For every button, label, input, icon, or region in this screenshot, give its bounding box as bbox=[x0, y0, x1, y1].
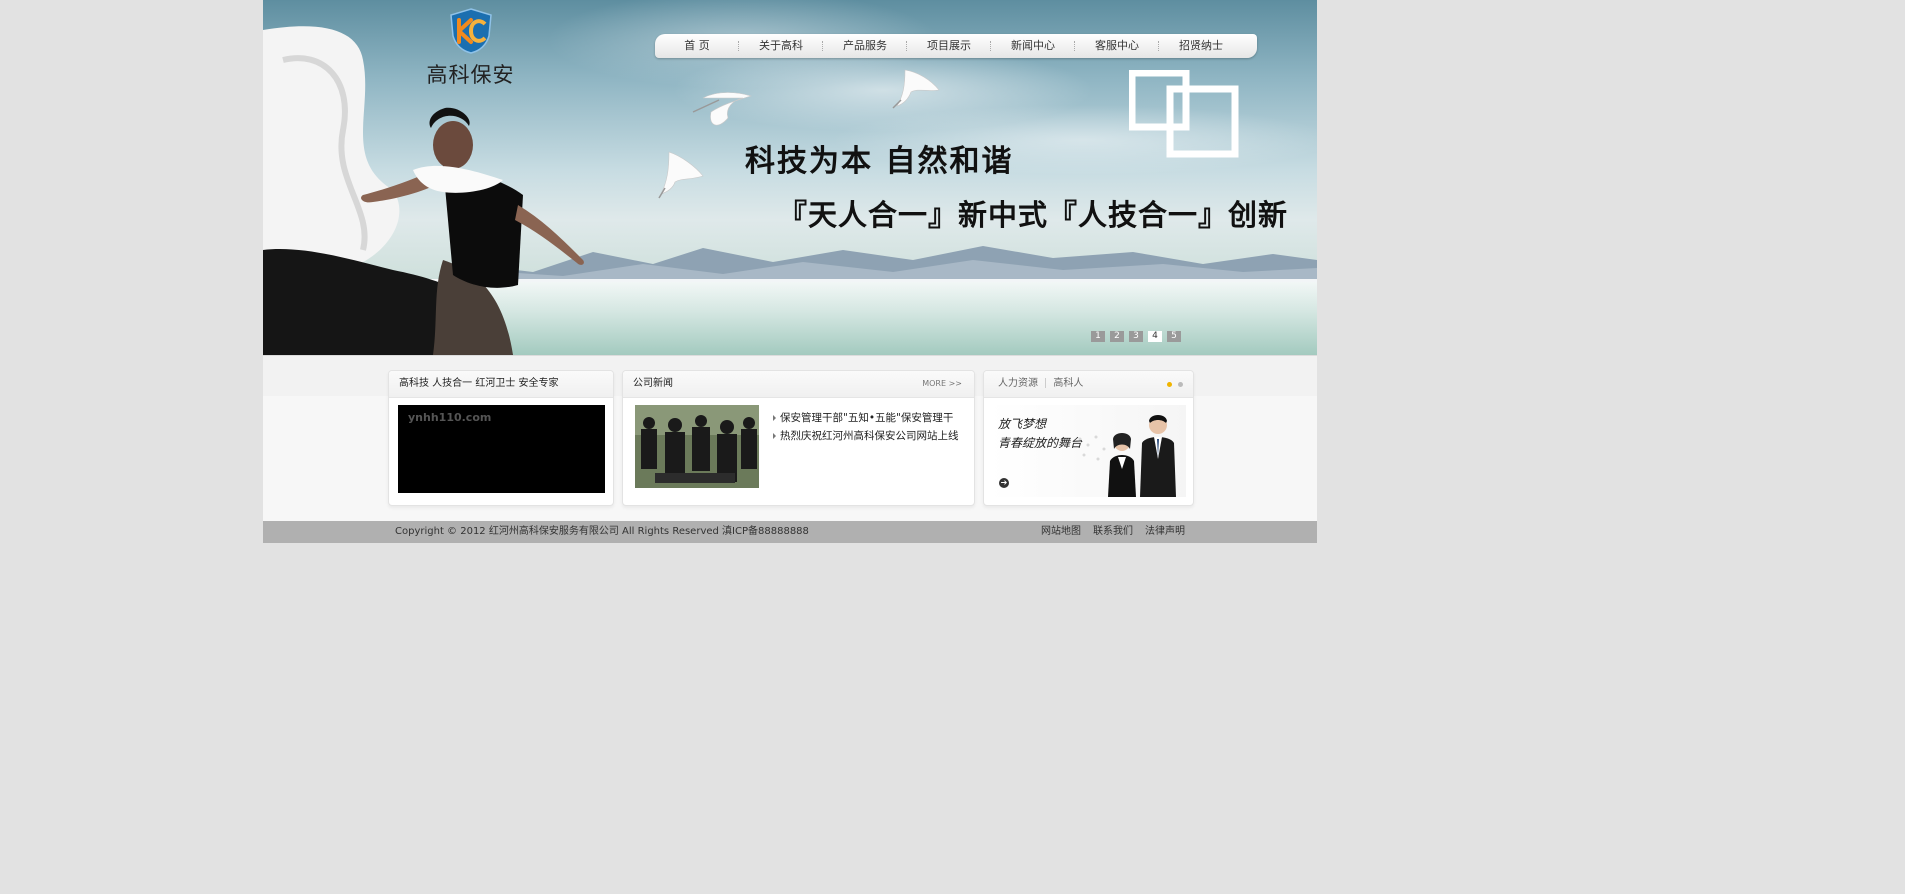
footer-link-legal[interactable]: 法律声明 bbox=[1145, 521, 1185, 543]
video-player[interactable]: ynhh110.com bbox=[398, 405, 605, 493]
hr-slogan-line1: 放飞梦想 bbox=[998, 417, 1047, 431]
footer-link-sitemap[interactable]: 网站地图 bbox=[1041, 521, 1081, 543]
hr-panel: 人力资源 高科人 放飞梦想 青春绽放的舞台 ➔ bbox=[983, 370, 1194, 506]
news-more-link[interactable]: MORE >> bbox=[922, 371, 962, 397]
footer-links: 网站地图 联系我们 法律声明 bbox=[1041, 521, 1185, 543]
tab-hr[interactable]: 人力资源 bbox=[994, 371, 1042, 397]
pager-button-4[interactable]: 4 bbox=[1148, 331, 1162, 342]
banner-pager: 1 2 3 4 5 bbox=[1091, 331, 1181, 342]
nav-item-jobs[interactable]: 招贤纳士 bbox=[1159, 34, 1243, 58]
nav-item-news[interactable]: 新闻中心 bbox=[991, 34, 1075, 58]
news-panel-header: 公司新闻 MORE >> bbox=[623, 371, 974, 398]
video-panel: 高科技 人技合一 红河卫士 安全专家 ynhh110.com bbox=[388, 370, 614, 506]
pager-button-3[interactable]: 3 bbox=[1129, 331, 1143, 342]
nav-item-service[interactable]: 客服中心 bbox=[1075, 34, 1159, 58]
site-footer: Copyright © 2012 红河州高科保安服务有限公司 All Right… bbox=[263, 521, 1317, 543]
news-panel-title: 公司新闻 bbox=[633, 378, 673, 389]
video-panel-title: 高科技 人技合一 红河卫士 安全专家 bbox=[389, 371, 613, 398]
hr-banner[interactable]: 放飞梦想 青春绽放的舞台 ➔ bbox=[990, 405, 1186, 497]
banner-slogan-main: 科技为本 自然和谐 bbox=[745, 144, 1014, 179]
hr-slide-dots bbox=[1167, 382, 1183, 387]
tab-divider bbox=[1045, 378, 1047, 388]
footer-link-contact[interactable]: 联系我们 bbox=[1093, 521, 1133, 543]
copyright-text: Copyright © 2012 红河州高科保安服务有限公司 All Right… bbox=[395, 526, 809, 537]
nav-item-projects[interactable]: 项目展示 bbox=[907, 34, 991, 58]
pager-button-1[interactable]: 1 bbox=[1091, 331, 1105, 342]
news-list: 保安管理干部"五知•五能"保安管理干 热烈庆祝红河州高科保安公司网站上线 bbox=[773, 409, 959, 445]
slide-dot-1[interactable] bbox=[1167, 382, 1172, 387]
decorative-squares bbox=[1129, 70, 1239, 158]
content-area: 高科技 人技合一 红河卫士 安全专家 ynhh110.com 公司新闻 MORE… bbox=[263, 355, 1317, 521]
news-panel: 公司新闻 MORE >> 保安管理干部"五知•五能"保安管理干 热烈庆祝红河州高… bbox=[622, 370, 975, 506]
nav-item-home[interactable]: 首 页 bbox=[655, 34, 739, 58]
business-people-image bbox=[1078, 415, 1176, 497]
logo-text: 高科保安 bbox=[426, 63, 515, 87]
arrow-right-icon[interactable]: ➔ bbox=[999, 478, 1009, 488]
pager-button-2[interactable]: 2 bbox=[1110, 331, 1124, 342]
nav-item-about[interactable]: 关于高科 bbox=[739, 34, 823, 58]
news-photo[interactable] bbox=[635, 405, 759, 488]
news-item[interactable]: 热烈庆祝红河州高科保安公司网站上线 bbox=[773, 427, 959, 445]
news-item[interactable]: 保安管理干部"五知•五能"保安管理干 bbox=[773, 409, 959, 427]
nav-item-products[interactable]: 产品服务 bbox=[823, 34, 907, 58]
page-wrapper: 高科保安 首 页 关于高科 产品服务 项目展示 新闻中心 客服中心 招贤纳士 科… bbox=[263, 0, 1317, 543]
pager-button-5[interactable]: 5 bbox=[1167, 331, 1181, 342]
hero-banner: 高科保安 首 页 关于高科 产品服务 项目展示 新闻中心 客服中心 招贤纳士 科… bbox=[263, 0, 1317, 355]
video-watermark: ynhh110.com bbox=[408, 411, 492, 424]
main-nav: 首 页 关于高科 产品服务 项目展示 新闻中心 客服中心 招贤纳士 bbox=[655, 34, 1257, 58]
hr-panel-header: 人力资源 高科人 bbox=[984, 371, 1193, 398]
tab-gaoke-people[interactable]: 高科人 bbox=[1049, 371, 1087, 397]
banner-slogan-sub: 『天人合一』新中式『人技合一』创新 bbox=[778, 198, 1289, 232]
slide-dot-2[interactable] bbox=[1178, 382, 1183, 387]
site-logo[interactable]: 高科保安 bbox=[423, 8, 518, 89]
kc-shield-logo-icon bbox=[449, 8, 492, 54]
